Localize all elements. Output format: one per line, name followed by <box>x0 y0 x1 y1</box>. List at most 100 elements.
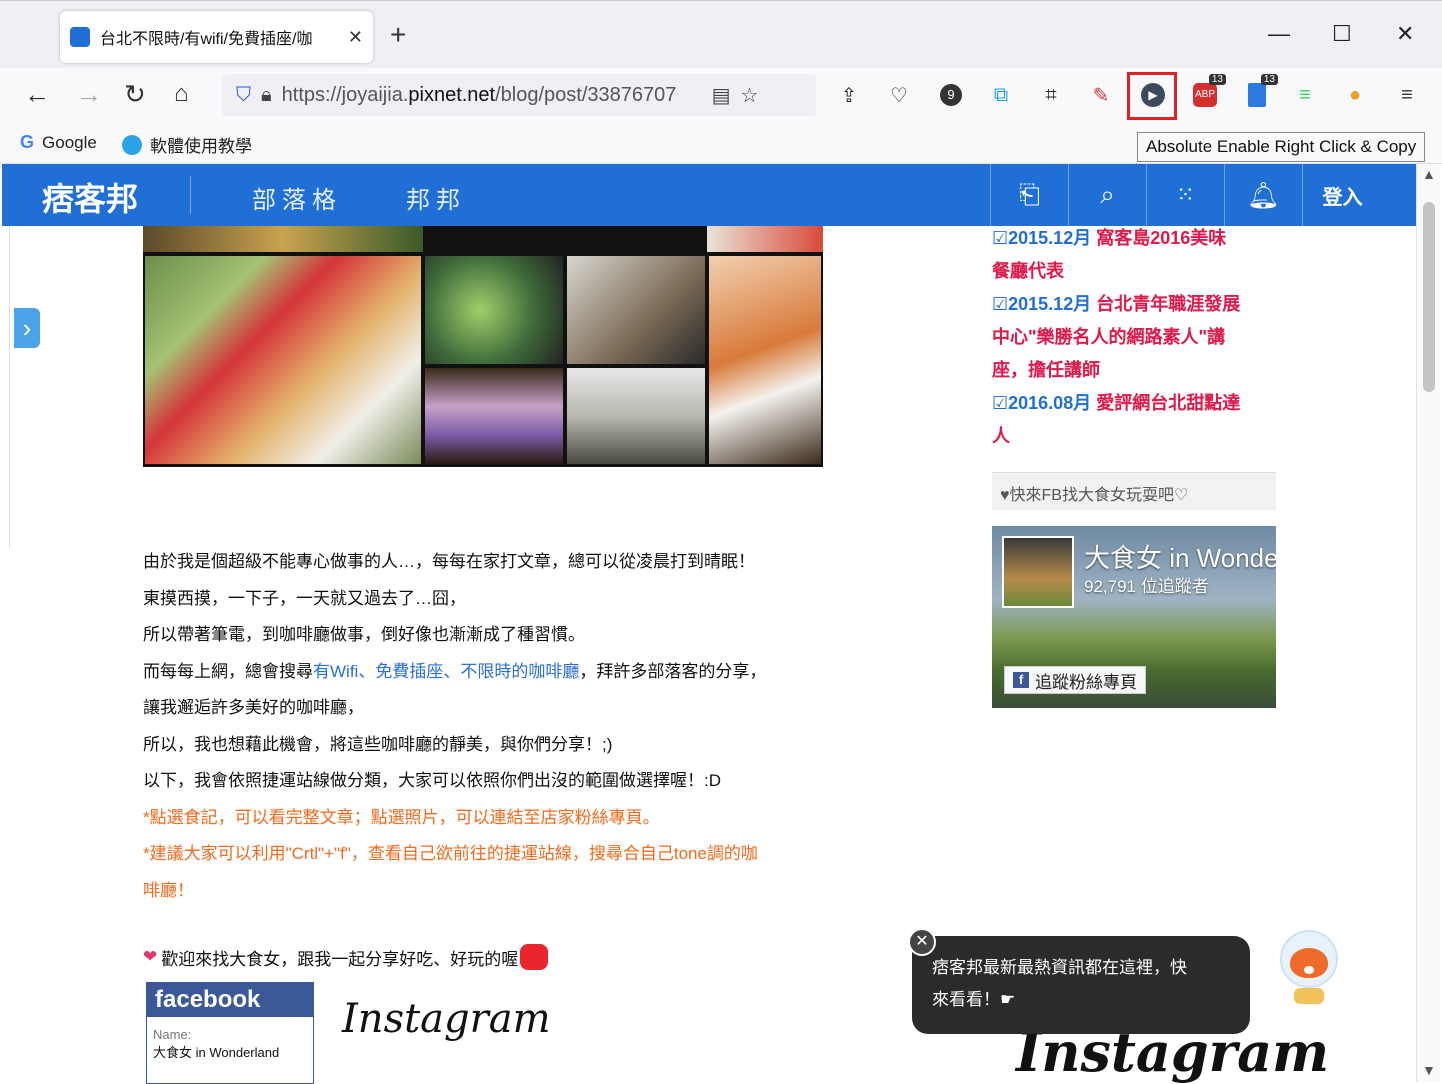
counter-extension-icon[interactable]: 9 <box>936 80 966 110</box>
awards-list: ☑2015.12月 窩客島2016美味 餐廳代表 ☑2015.12月 台北青年職… <box>992 222 1277 453</box>
article-line: 東摸西摸，一下子，一天就又過去了…囧， <box>143 588 466 608</box>
facebook-icon: f <box>1013 672 1029 688</box>
notification-line: 來看看！☛ <box>932 990 1016 1009</box>
notification-close-icon[interactable]: ✕ <box>908 928 936 956</box>
browser-tab[interactable]: 台北不限時/有wifi/免費插座/咖 ✕ <box>60 11 373 63</box>
cafe-photo-collage[interactable] <box>143 226 823 467</box>
side-panel-edge <box>0 226 10 548</box>
photo-cake <box>425 368 563 464</box>
bookmark-software-tutorial[interactable]: 軟體使用教學 <box>122 132 252 157</box>
award-line: ☑2015.12月 台北青年職涯發展 <box>992 294 1241 314</box>
welcome-text: 歡迎來找大食女，跟我一起分享好吃、好玩的喔 <box>161 949 519 969</box>
save-to-pocket-up-icon[interactable]: ⇪ <box>834 80 864 110</box>
software-icon <box>122 134 142 155</box>
scroll-thumb[interactable] <box>1423 202 1435 392</box>
notification-popup[interactable]: 痞客邦最新最熱資訊都在這裡，快 來看看！☛ <box>912 936 1250 1034</box>
instagram-logo[interactable]: Instagram <box>342 996 551 1042</box>
facebook-badge-name-label: Name: <box>153 1027 192 1042</box>
logo-divider <box>190 176 191 214</box>
article-line: 而每每上網，總會搜尋有Wifi、免費插座、不限時的咖啡廳，拜許多部落客的分享， <box>143 661 767 681</box>
cookie-extension-icon[interactable]: ● <box>1340 80 1370 110</box>
award-line: 餐廳代表 <box>992 261 1064 281</box>
award-line: ☑2015.12月 窩客島2016美味 <box>992 228 1227 248</box>
article-line: 所以帶著筆電，到咖啡廳做事，倒好像也漸漸成了種習慣。 <box>143 625 585 644</box>
menu-hamburger-icon[interactable]: ≡ <box>1392 80 1422 110</box>
tab-title: 台北不限時/有wifi/免費插座/咖 <box>100 31 313 48</box>
bookmark-star-icon[interactable]: ☆ <box>741 83 759 108</box>
side-panel-toggle-chevron-icon[interactable]: › <box>14 308 40 348</box>
browser-navbar: ← → ↻ ⌂ ⛉ 🔒︎ https://joyaijia.pixnet.net… <box>0 68 1442 122</box>
article-line: 由於我是個超級不能專心做事的人…，每每在家打文章，總可以從凌晨打到晴眠！ <box>143 552 755 571</box>
facebook-page-widget[interactable]: 大食女 in Wonderland 92,791 位追蹤者 f 追蹤粉絲專頁 <box>992 526 1276 708</box>
photo-pastry <box>709 256 821 464</box>
nav-bangbang[interactable]: 邦邦 <box>406 180 466 215</box>
photo-coffee <box>567 256 705 364</box>
tab-close-icon[interactable]: ✕ <box>348 27 363 48</box>
apps-grid-icon[interactable]: ⁙ <box>1146 164 1224 226</box>
highlight-box <box>1127 72 1177 120</box>
bookmark-collection-icon[interactable]: ⎗ <box>990 164 1068 226</box>
scroll-down-icon[interactable]: ▼ <box>1422 1062 1436 1078</box>
page-scrollbar[interactable]: ▲ ▼ <box>1416 164 1440 1082</box>
facebook-profile-badge[interactable]: facebook Name: 大食女 in Wonderland <box>146 982 314 1084</box>
heart-icon: ❤ <box>143 947 158 966</box>
adblock-plus-icon[interactable]: ABP 13 <box>1190 74 1226 110</box>
article-line: 以下，我會依照捷運站線做分類，大家可以依照你們出沒的範圍做選擇喔！:D <box>143 771 721 790</box>
url-text: https://joyaijia.pixnet.net/blog/post/33… <box>281 83 677 106</box>
reload-icon[interactable]: ↻ <box>124 80 146 108</box>
back-arrow-icon[interactable]: ← <box>24 80 50 108</box>
bookmark-google[interactable]: G Google <box>20 132 97 153</box>
reader-view-icon[interactable]: ▤ <box>712 83 731 108</box>
browser-titlebar: 台北不限時/有wifi/免費插座/咖 ✕ + — ☐ ✕ <box>0 0 1442 68</box>
fb-follow-button[interactable]: f 追蹤粉絲專頁 <box>1004 666 1146 694</box>
notification-bell-icon[interactable]: 🔔︎ <box>1224 164 1302 226</box>
notification-line: 痞客邦最新最熱資訊都在這裡，快 <box>932 958 1187 977</box>
scroll-up-icon[interactable]: ▲ <box>1422 166 1436 182</box>
cafe-search-link[interactable]: 有Wifi、免費插座、不限時的咖啡廳 <box>313 662 579 681</box>
award-line: 中心"樂勝名人的網路素人"講 <box>992 327 1226 347</box>
window-close-button[interactable]: ✕ <box>1396 21 1414 47</box>
article-note: *點選食記，可以看完整文章；點選照片，可以連結至店家粉絲專頁。 <box>143 807 660 827</box>
fb-page-avatar[interactable] <box>1002 536 1074 608</box>
bookmark-extension-icon[interactable]: 13 <box>1242 74 1278 110</box>
fox-mascot-icon[interactable] <box>1274 926 1344 1012</box>
forward-arrow-icon[interactable]: → <box>76 80 102 108</box>
new-tab-button[interactable]: + <box>390 19 406 51</box>
photo-top-left <box>143 226 423 252</box>
translate-extension-icon[interactable]: ⧉ <box>986 80 1016 110</box>
article-body: 由於我是個超級不能專心做事的人…，每每在家打文章，總可以從凌晨打到晴眠！ 東摸西… <box>143 544 823 909</box>
shield-icon[interactable]: ⛉ <box>236 84 251 107</box>
pen-extension-icon[interactable]: ✎ <box>1086 80 1116 110</box>
pocket-icon[interactable]: ♡ <box>884 80 914 110</box>
facebook-badge-header: facebook <box>147 983 313 1017</box>
maximize-button[interactable]: ☐ <box>1332 21 1352 47</box>
photo-salad <box>425 256 563 364</box>
site-header: 痞客邦 部落格 邦邦 ⎗ ⌕ ⁙ 🔔︎ 登入 <box>2 164 1416 226</box>
fb-page-name[interactable]: 大食女 in Wonderland <box>1084 538 1276 575</box>
award-line: ☑2016.08月 愛評網台北甜點達 <box>992 393 1241 413</box>
speech-bubble-icon <box>520 944 549 970</box>
article-line: 所以，我也想藉此機會，將這些咖啡廳的靜美，與你們分享！;) <box>143 734 613 754</box>
fox-body <box>1294 988 1324 1004</box>
bookmark-label: 軟體使用教學 <box>150 137 252 156</box>
search-icon[interactable]: ⌕ <box>1068 164 1146 226</box>
google-icon: G <box>20 132 35 152</box>
address-bar[interactable]: ⛉ 🔒︎ https://joyaijia.pixnet.net/blog/po… <box>222 74 816 116</box>
award-line: 人 <box>992 426 1010 446</box>
minimize-button[interactable]: — <box>1268 21 1290 47</box>
login-button[interactable]: 登入 <box>1302 164 1382 226</box>
fb-box-title: ♥快來FB找大食女玩耍吧♡ <box>992 472 1276 510</box>
facebook-badge-name-value: 大食女 in Wonderland <box>153 1045 280 1060</box>
lock-icon[interactable]: 🔒︎ <box>261 84 272 107</box>
fb-page-followers: 92,791 位追蹤者 <box>1084 577 1209 596</box>
photo-cafe-interior <box>567 368 705 464</box>
welcome-line: ❤ 歡迎來找大食女，跟我一起分享好吃、好玩的喔 <box>143 944 549 970</box>
home-icon[interactable]: ⌂ <box>174 80 189 108</box>
feedly-extension-icon[interactable]: ≡ <box>1290 80 1320 110</box>
nav-blog[interactable]: 部落格 <box>252 180 342 215</box>
pixnet-favicon-icon <box>70 27 90 47</box>
extension-tooltip: Absolute Enable Right Click & Copy <box>1137 132 1426 162</box>
crop-icon[interactable]: ⌗ <box>1036 80 1066 110</box>
pixnet-logo[interactable]: 痞客邦 <box>42 174 138 220</box>
article-note: *建議大家可以利用"Crtl"+"f"，查看自己欲前往的捷運站線，搜尋合自己to… <box>143 844 758 863</box>
